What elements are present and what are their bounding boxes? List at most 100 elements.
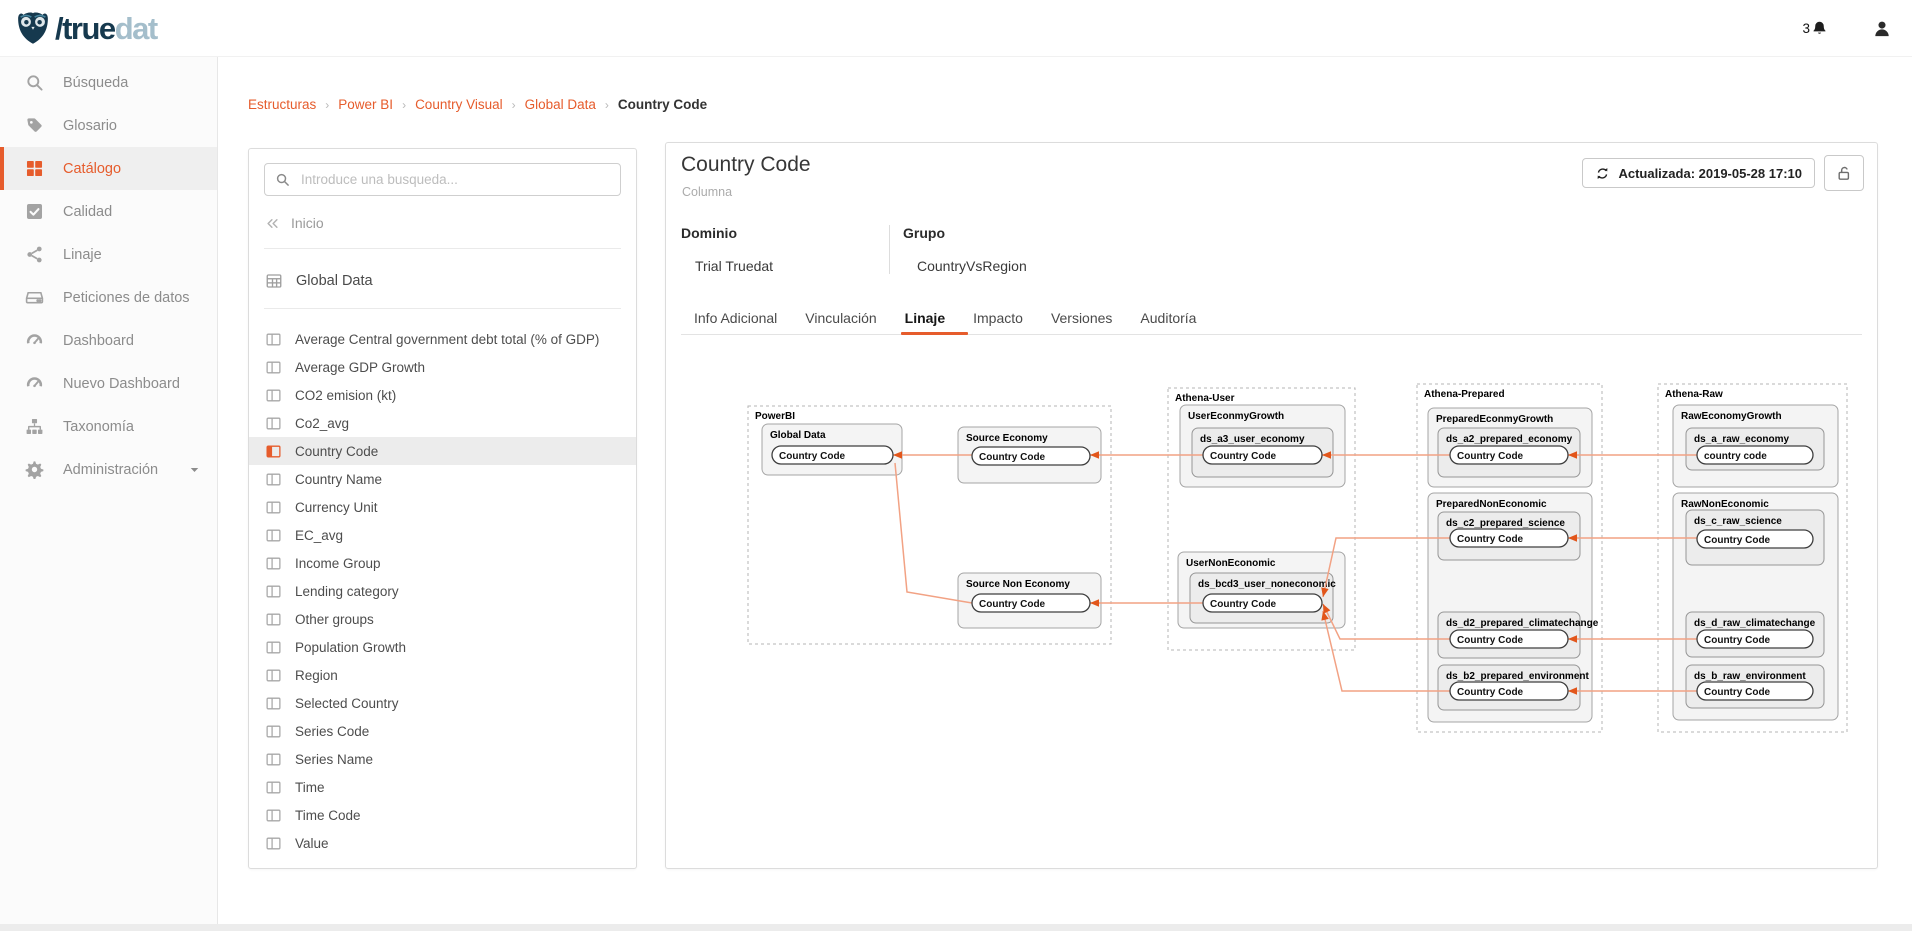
lineage-box-label: ds_b2_prepared_environment: [1446, 671, 1589, 682]
breadcrumb-link-estructuras[interactable]: Estructuras: [248, 97, 316, 112]
lineage-group-label: Athena-User: [1175, 393, 1235, 404]
explorer-item-label: Series Code: [295, 724, 369, 739]
tab-linaje[interactable]: Linaje: [905, 310, 945, 326]
topbar-right: 3: [1802, 0, 1892, 57]
lineage-node-country-code[interactable]: [1697, 682, 1813, 700]
lineage-node-country-code[interactable]: [1450, 446, 1568, 464]
search-icon: [275, 172, 290, 187]
explorer-item-co2-avg[interactable]: Co2_avg: [249, 409, 636, 437]
sidebar-item-label: Taxonomía: [63, 419, 134, 435]
explorer-item-country-code[interactable]: Country Code: [249, 437, 636, 465]
lineage-box-label: RawEconomyGrowth: [1681, 411, 1782, 422]
lineage-box-label: Source Economy: [966, 433, 1048, 444]
explorer-item-co2-emision-kt[interactable]: CO2 emision (kt): [249, 381, 636, 409]
lineage-node-country-code[interactable]: [1450, 630, 1568, 648]
explorer-item-country-name[interactable]: Country Name: [249, 465, 636, 493]
lineage-box-label: UserNonEconomic: [1186, 558, 1276, 569]
tab-auditoria[interactable]: Auditoría: [1140, 310, 1196, 326]
explorer-back-link[interactable]: Inicio: [265, 211, 324, 235]
sidebar-item-peticiones-de-datos[interactable]: Peticiones de datos: [0, 276, 217, 319]
sidebar-item-taxonomia[interactable]: Taxonomía: [0, 405, 217, 448]
lineage-node-country-code[interactable]: [972, 447, 1090, 465]
explorer-item-region[interactable]: Region: [249, 661, 636, 689]
explorer-item-series-code[interactable]: Series Code: [249, 717, 636, 745]
lineage-group-label: Athena-Prepared: [1424, 389, 1505, 400]
notifications-button[interactable]: 3: [1802, 20, 1828, 37]
topbar: /truedat 3: [0, 0, 1912, 57]
lock-button[interactable]: [1824, 155, 1864, 191]
field-grupo: Grupo CountryVsRegion: [903, 225, 1027, 274]
logo-text: /truedat: [55, 13, 157, 44]
structure-item-list: Average Central government debt total (%…: [249, 325, 636, 857]
explorer-item-other-groups[interactable]: Other groups: [249, 605, 636, 633]
breadcrumb-link-country-visual[interactable]: Country Visual: [415, 97, 503, 112]
lineage-node-country-code[interactable]: [1450, 529, 1568, 547]
structure-type-label: Columna: [682, 185, 732, 199]
lineage-box-label: ds_d2_prepared_climatechange: [1446, 618, 1599, 629]
tab-vinculacion[interactable]: Vinculación: [805, 310, 876, 326]
lineage-diagram[interactable]: PowerBIAthena-UserAthena-PreparedAthena-…: [660, 330, 1880, 880]
columns-icon: [265, 723, 282, 740]
explorer-item-income-group[interactable]: Income Group: [249, 549, 636, 577]
columns-icon: [265, 667, 282, 684]
lineage-node-country-code[interactable]: [772, 446, 893, 464]
sidebar-item-glosario[interactable]: Glosario: [0, 104, 217, 147]
structure-search-input[interactable]: [299, 171, 610, 188]
explorer-item-time[interactable]: Time: [249, 773, 636, 801]
explorer-item-lending-category[interactable]: Lending category: [249, 577, 636, 605]
sidebar-item-catalogo[interactable]: Catálogo: [0, 147, 217, 190]
explorer-item-label: Country Name: [295, 472, 382, 487]
explorer-item-value[interactable]: Value: [249, 829, 636, 857]
lineage-node-country-code[interactable]: [1203, 446, 1322, 464]
tab-versiones[interactable]: Versiones: [1051, 310, 1112, 326]
unlock-icon: [1836, 165, 1853, 182]
lineage-node-country-code[interactable]: [1697, 446, 1813, 464]
lineage-node-country-code[interactable]: [1203, 594, 1322, 612]
lineage-box-label: ds_c_raw_science: [1694, 516, 1782, 527]
explorer-item-average-central-government-debt-total-of-gdp[interactable]: Average Central government debt total (%…: [249, 325, 636, 353]
updated-button[interactable]: Actualizada: 2019-05-28 17:10: [1582, 158, 1815, 188]
lineage-group-label: PowerBI: [755, 411, 795, 422]
explorer-item-label: Average Central government debt total (%…: [295, 332, 599, 347]
sidebar-item-linaje[interactable]: Linaje: [0, 233, 217, 276]
user-menu-button[interactable]: [1872, 19, 1892, 39]
sidebar-item-nuevo-dashboard[interactable]: Nuevo Dashboard: [0, 362, 217, 405]
sidebar-item-label: Nuevo Dashboard: [63, 376, 180, 392]
structure-search-box: [264, 163, 621, 196]
tab-impacto[interactable]: Impacto: [973, 310, 1023, 326]
sidebar-item-administracion[interactable]: Administración: [0, 448, 217, 491]
sidebar-item-dashboard[interactable]: Dashboard: [0, 319, 217, 362]
explorer-item-label: Region: [295, 668, 338, 683]
lineage-box-label: ds_bcd3_user_noneconomic: [1198, 579, 1336, 590]
columns-icon: [265, 387, 282, 404]
lineage-node-country-code[interactable]: [1697, 630, 1813, 648]
lineage-node-country-code[interactable]: [1450, 682, 1568, 700]
explorer-item-currency-unit[interactable]: Currency Unit: [249, 493, 636, 521]
lineage-box-label: ds_d_raw_climatechange: [1694, 618, 1816, 629]
explorer-item-series-name[interactable]: Series Name: [249, 745, 636, 773]
breadcrumb-separator: ›: [402, 98, 406, 112]
sidebar-item-calidad[interactable]: Calidad: [0, 190, 217, 233]
explorer-parent-item[interactable]: Global Data: [265, 265, 373, 297]
explorer-item-population-growth[interactable]: Population Growth: [249, 633, 636, 661]
sidebar-item-busqueda[interactable]: Búsqueda: [0, 61, 217, 104]
columns-icon: [265, 835, 282, 852]
lineage-node-country-code[interactable]: [972, 594, 1090, 612]
lineage-canvas[interactable]: PowerBIAthena-UserAthena-PreparedAthena-…: [660, 330, 1880, 880]
sidebar-item-label: Peticiones de datos: [63, 290, 190, 306]
detail-actions: Actualizada: 2019-05-28 17:10: [1582, 155, 1864, 191]
tab-info-adicional[interactable]: Info Adicional: [694, 310, 777, 326]
explorer-item-ec-avg[interactable]: EC_avg: [249, 521, 636, 549]
breadcrumb-link-global-data[interactable]: Global Data: [525, 97, 596, 112]
explorer-item-selected-country[interactable]: Selected Country: [249, 689, 636, 717]
columns-icon: [265, 611, 282, 628]
lineage-node-country-code[interactable]: [1697, 530, 1813, 548]
explorer-item-label: Country Code: [295, 444, 378, 459]
explorer-item-time-code[interactable]: Time Code: [249, 801, 636, 829]
server-icon: [25, 288, 44, 307]
notification-count: 3: [1802, 21, 1810, 36]
explorer-item-average-gdp-growth[interactable]: Average GDP Growth: [249, 353, 636, 381]
breadcrumb-link-power-bi[interactable]: Power BI: [338, 97, 393, 112]
explorer-item-label: Income Group: [295, 556, 381, 571]
truedat-logo[interactable]: /truedat: [0, 11, 157, 46]
